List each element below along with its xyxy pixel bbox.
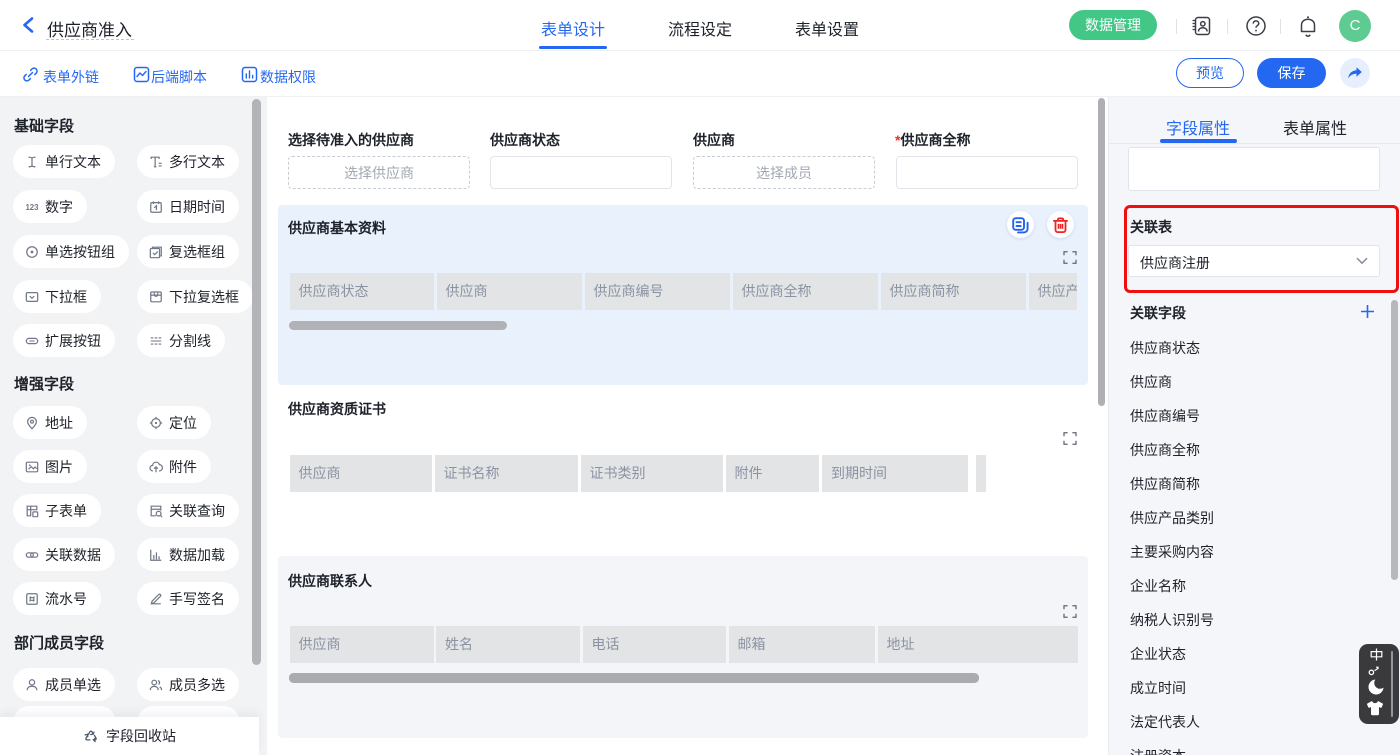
svg-text:123: 123 [25,203,39,212]
